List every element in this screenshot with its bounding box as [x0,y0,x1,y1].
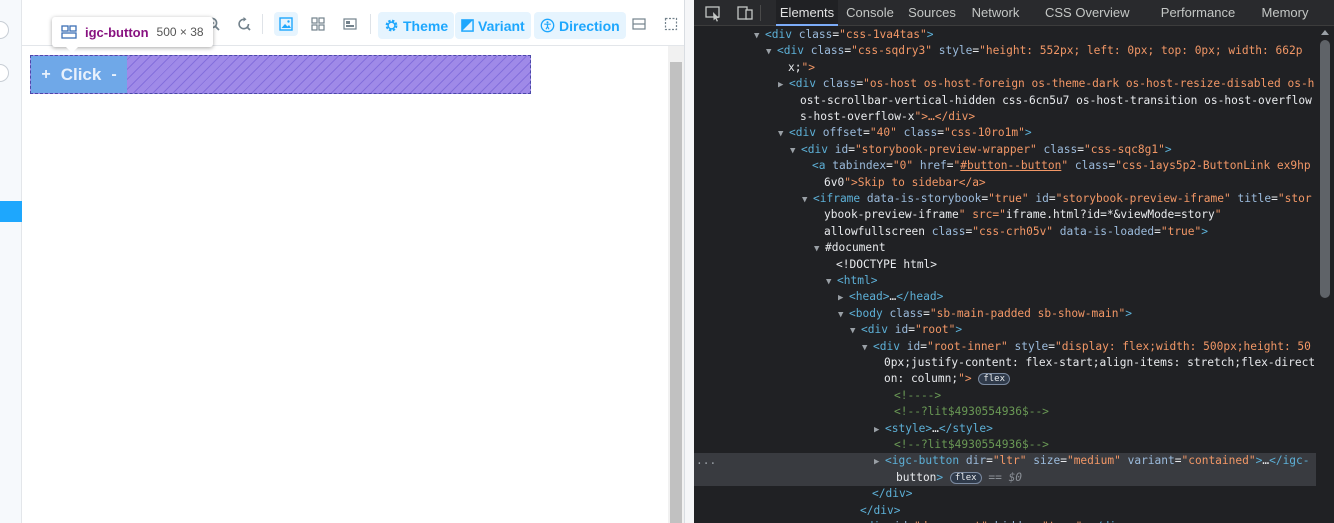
dom-node-line[interactable]: ▶ <head>…</head> [694,289,1316,305]
dom-node-line[interactable]: ost-scrollbar-vertical-hidden css-6cn5u7… [694,93,1316,109]
dom-node-line[interactable]: button> flex == $0 [694,469,1316,487]
theme-button[interactable]: Theme [378,12,455,39]
dom-node-line[interactable]: <div id="docs-root" hidden="true"></div> [694,519,1316,523]
dom-node-line[interactable]: <!--?lit$4930554936$--> [694,437,1316,453]
tooltip-arrow [66,47,78,53]
grid-icon[interactable] [307,13,329,35]
dom-node-line[interactable]: ▼ <div id="storybook-preview-wrapper" cla… [694,142,1316,158]
flex-badge: flex [978,373,1011,386]
storybook-sidebar-edge [0,0,22,523]
dom-node-line[interactable]: <!DOCTYPE html> [694,257,1316,273]
dom-node-line[interactable]: on: column;"> flex [694,371,1316,387]
dom-node-line[interactable]: ▼ <div id="root"> [694,322,1316,338]
accessibility-icon [540,18,555,33]
preview-iframe: + Click - [22,46,668,523]
devtools-tab-memory[interactable]: Memory [1260,0,1310,26]
dom-node-line[interactable]: ▼ <html> [694,273,1316,289]
tooltip-dimensions: 500 × 38 [156,25,204,39]
dom-node-line[interactable]: 6v0">Skip to sidebar</a> [694,175,1316,191]
dom-node-line[interactable]: ▼ <iframe data-is-storybook="true" id="st… [694,191,1316,207]
devtools-tab-console[interactable]: Console [844,0,896,26]
devtools-tab-css-overview[interactable]: CSS Overview [1045,0,1130,26]
sidebar-circle-icon[interactable] [0,64,9,82]
dom-node-line[interactable]: <!--?lit$4930554936$--> [694,404,1316,420]
inspect-tooltip: igc-button 500 × 38 [52,17,213,53]
scroll-up-arrow-icon[interactable] [1321,30,1329,35]
devtools-tab-elements[interactable]: Elements [776,0,838,26]
sidebar-active-item[interactable] [0,201,22,222]
tab-divider [760,5,761,21]
variant-label: Variant [478,17,525,34]
gear-icon [385,19,398,32]
minus-icon: - [111,65,117,83]
button-label: Click [60,64,102,84]
devtools-scrollbar-thumb[interactable] [1320,40,1330,298]
background-image-icon[interactable] [274,12,298,36]
sidebar-circle-icon[interactable] [0,21,9,39]
inspect-element-icon[interactable] [704,4,722,22]
device-toolbar-icon[interactable] [736,4,754,22]
dom-node-line[interactable]: allowfullscreen class="css-crh05v" data-… [694,224,1316,240]
devtools-tab-performance[interactable]: Performance [1160,0,1236,26]
dom-node-line[interactable]: ▼ #document [694,240,1316,256]
toolbar-separator [262,14,263,34]
dom-node-line[interactable]: ▼ <body class="sb-main-padded sb-show-mai… [694,306,1316,322]
devtools-tab-network[interactable]: Network [968,0,1023,26]
theme-label: Theme [403,17,449,34]
zoom-reset-icon[interactable] [233,13,255,35]
dom-node-line[interactable]: s-host-overflow-x">…</div> [694,109,1316,125]
dom-node-line[interactable]: x;"> [694,60,1316,76]
dom-node-line[interactable]: <a tabindex="0" href="#button--button" c… [694,158,1316,174]
devtools-tab-sources[interactable]: Sources [906,0,958,26]
contrast-icon [461,19,474,32]
dom-node-line[interactable]: ▶ <div class="os-host os-host-foreign os-… [694,76,1316,92]
element-highlight-overlay: + Click - [30,55,531,94]
direction-label: Direction [559,17,620,34]
dom-node-line[interactable]: ▶ <igc-button dir="ltr" size="medium" var… [694,453,1316,470]
preview-scrollbar[interactable] [668,46,684,523]
dom-node-line[interactable]: </div> [694,486,1316,502]
dom-node-line[interactable]: ▼ <div class="css-sqdry3" style="height: … [694,43,1316,59]
addons-panel-icon[interactable] [628,13,650,35]
direction-button[interactable]: Direction [534,12,626,39]
dom-node-line[interactable]: ▶ <style>…</style> [694,421,1316,437]
preview-scrollbar-thumb[interactable] [670,62,682,523]
fullscreen-icon[interactable] [660,13,682,35]
dom-node-line[interactable]: ▼ <div id="root-inner" style="display: fl… [694,339,1316,355]
dom-node-line[interactable]: </div> [694,503,1316,519]
variant-button[interactable]: Variant [455,12,531,39]
storybook-canvas: Theme Variant Direction + Click - igc-bu… [22,0,684,523]
element-grid-icon [61,25,77,39]
toolbar-separator [370,14,371,34]
devtools-panel: Elements Console Sources Network CSS Overvie… [694,0,1334,523]
tooltip-tag-name: igc-button [85,24,149,40]
igc-button-preview[interactable]: + Click - [31,56,127,93]
plus-icon: + [41,65,51,83]
flex-badge: flex [949,471,982,484]
dom-node-line[interactable]: <!----> [694,388,1316,404]
dom-node-line[interactable]: 0px;justify-content: flex-start;align-it… [694,355,1316,371]
dom-node-line[interactable]: ybook-preview-iframe" src="iframe.html?i… [694,207,1316,223]
dom-tree: ▼ <div class="css-1va4tas"> ▼ <div class="c… [694,26,1316,523]
dom-node-line[interactable]: ▼ <div class="css-1va4tas"> [694,27,1316,43]
screen: Theme Variant Direction + Click - igc-bu… [0,0,1334,523]
devtools-tab-bar: Elements Console Sources Network CSS Overvie… [694,0,1334,26]
dom-node-line[interactable]: ▼ <div offset="40" class="css-10ro1m"> [694,125,1316,141]
outline-icon[interactable] [339,13,361,35]
devtools-scrollbar[interactable] [1316,26,1334,523]
pane-divider[interactable] [684,0,694,523]
